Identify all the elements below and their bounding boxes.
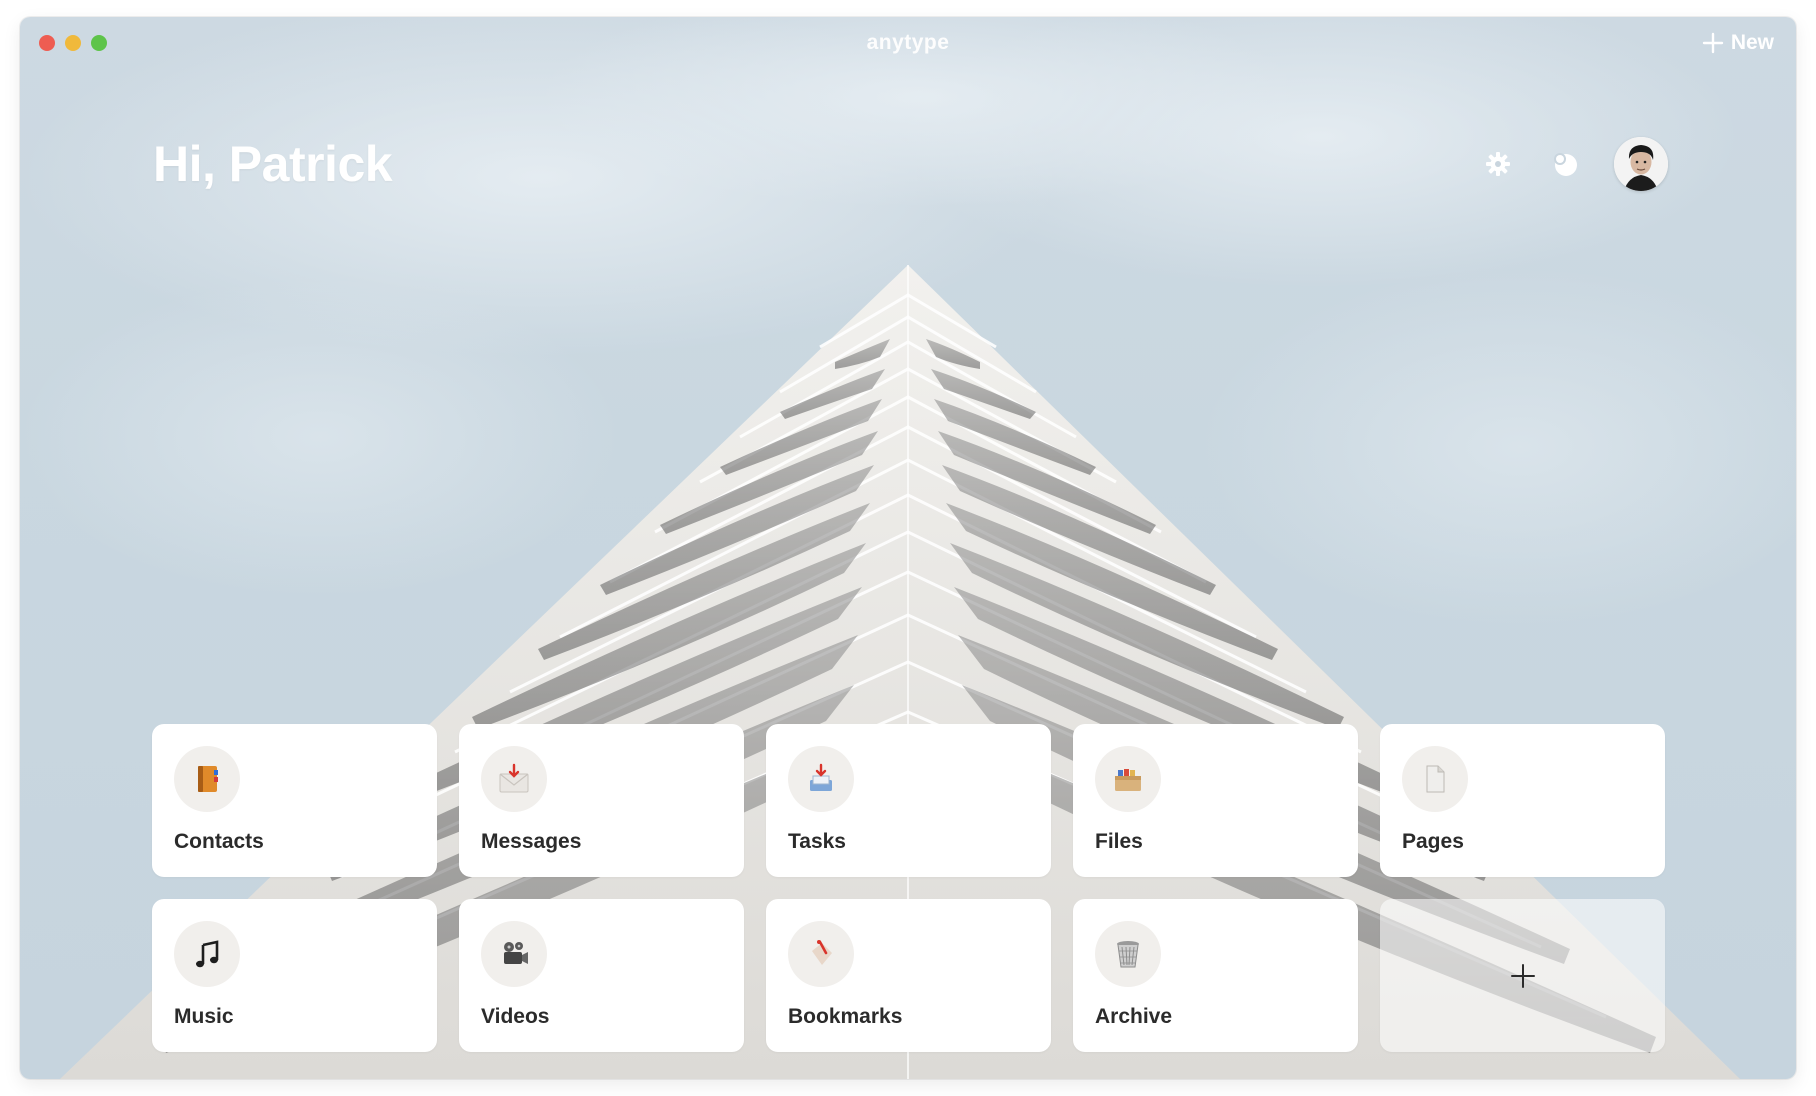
inbox-tray-icon [788, 746, 854, 812]
app-window: anytype New Hi, Patrick Contacts Message… [20, 17, 1796, 1079]
header-actions [1480, 137, 1668, 191]
tile-messages[interactable]: Messages [459, 724, 744, 877]
tile-label: Messages [481, 830, 582, 853]
tile-label: Pages [1402, 830, 1464, 853]
theme-toggle-button[interactable] [1547, 146, 1583, 182]
tile-label: Tasks [788, 830, 846, 853]
theme-toggle-icon [1554, 153, 1577, 176]
tile-contacts[interactable]: Contacts [152, 724, 437, 877]
tile-label: Archive [1095, 1005, 1173, 1028]
tile-files[interactable]: Files [1073, 724, 1358, 877]
tile-label: Music [174, 1005, 234, 1028]
tile-videos[interactable]: Videos [459, 899, 744, 1052]
new-button[interactable]: New [1702, 29, 1774, 57]
title-bar: anytype New [20, 17, 1796, 67]
tile-bookmarks[interactable]: Bookmarks [766, 899, 1051, 1052]
user-photo [1614, 137, 1668, 191]
plus-icon [1510, 963, 1535, 988]
film-projector-icon [481, 921, 547, 987]
avatar[interactable] [1614, 137, 1668, 191]
tile-archive[interactable]: Archive [1073, 899, 1358, 1052]
bookmark-tag-icon [788, 921, 854, 987]
settings-button[interactable] [1480, 146, 1516, 182]
music-note-icon [174, 921, 240, 987]
tile-label: Bookmarks [788, 1005, 903, 1028]
trash-bin-icon [1095, 921, 1161, 987]
tile-music[interactable]: Music [152, 899, 437, 1052]
envelope-icon [481, 746, 547, 812]
tile-pages[interactable]: Pages [1380, 724, 1665, 877]
document-page-icon [1402, 746, 1468, 812]
app-title: anytype [866, 31, 950, 54]
tile-label: Videos [481, 1005, 550, 1028]
plus-icon [1702, 32, 1724, 54]
add-object-type-button[interactable] [1380, 899, 1665, 1052]
tile-label: Contacts [174, 830, 264, 853]
tile-tasks[interactable]: Tasks [766, 724, 1051, 877]
new-button-label: New [1730, 31, 1774, 54]
file-box-icon [1095, 746, 1161, 812]
greeting-title: Hi, Patrick [153, 136, 393, 192]
address-book-icon [174, 746, 240, 812]
object-type-grid: Contacts Messages Tasks Files Pages Musi… [152, 724, 1665, 1052]
tile-label: Files [1095, 830, 1143, 853]
gear-icon [1486, 152, 1510, 176]
